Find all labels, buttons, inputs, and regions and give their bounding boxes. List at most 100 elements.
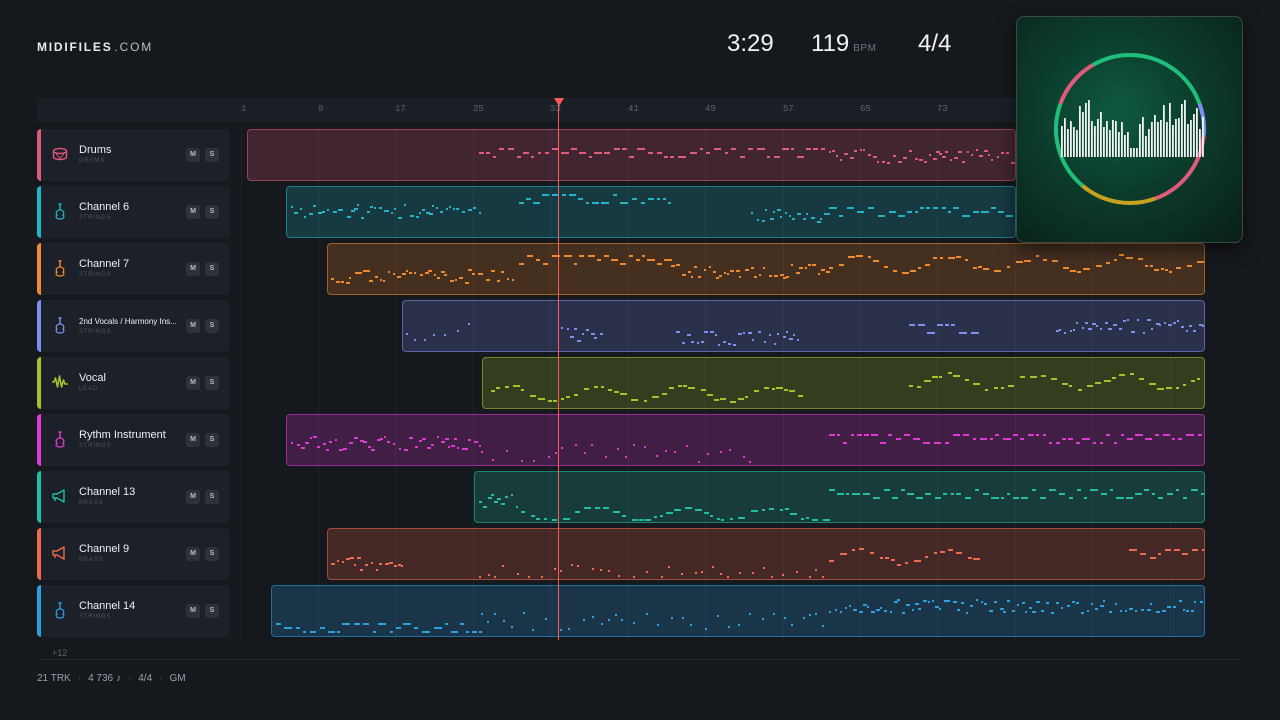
track-name[interactable]: Rythm Instrument <box>79 429 181 441</box>
more-tracks-indicator[interactable]: +12 <box>52 648 67 658</box>
midi-note <box>748 332 752 334</box>
midi-note <box>533 202 540 204</box>
midi-note <box>743 456 745 458</box>
midi-note <box>840 611 842 613</box>
visualizer-bar <box>1121 122 1123 157</box>
midi-note <box>1036 601 1040 603</box>
midi-note <box>457 330 459 332</box>
track-color-bar <box>37 186 41 238</box>
track-header[interactable]: Channel 9 BRASS M S <box>37 528 230 580</box>
tempo-value: 119 <box>811 30 850 57</box>
midi-note <box>622 515 626 517</box>
midi-note <box>884 266 888 268</box>
track-name[interactable]: Vocal <box>79 372 181 384</box>
midi-note <box>913 438 920 440</box>
solo-button[interactable]: S <box>205 262 219 276</box>
midi-note <box>1046 602 1049 604</box>
midi-note <box>1150 557 1156 559</box>
mute-button[interactable]: M <box>186 319 200 333</box>
midi-note <box>1020 376 1025 378</box>
midi-note <box>320 627 325 629</box>
midi-note <box>725 152 728 154</box>
midi-note <box>528 576 530 578</box>
solo-button[interactable]: S <box>205 604 219 618</box>
mute-button[interactable]: M <box>186 604 200 618</box>
track-header[interactable]: Channel 14 STRINGS M S <box>37 585 230 637</box>
midi-note <box>948 600 950 602</box>
midi-note <box>754 390 759 392</box>
midi-note <box>786 276 789 278</box>
track-header[interactable]: Vocal LEAD M S <box>37 357 230 409</box>
track-header[interactable]: Channel 13 BRASS M S <box>37 471 230 523</box>
midi-note <box>497 280 500 282</box>
midi-note <box>694 266 697 268</box>
midi-note <box>575 511 580 513</box>
track-header[interactable]: Channel 7 STRINGS M S <box>37 243 230 295</box>
midi-clip[interactable] <box>247 129 1016 181</box>
visualizer-graphic <box>1054 53 1206 205</box>
solo-button[interactable]: S <box>205 490 219 504</box>
midi-note <box>697 342 699 344</box>
mute-button[interactable]: M <box>186 148 200 162</box>
midi-clip[interactable] <box>286 414 1205 466</box>
visualizer-bar <box>1151 122 1153 157</box>
midi-note <box>620 263 626 265</box>
midi-clip[interactable] <box>327 528 1205 580</box>
midi-clip[interactable] <box>271 585 1205 637</box>
mute-button[interactable]: M <box>186 490 200 504</box>
track-name[interactable]: Drums <box>79 144 181 156</box>
solo-button[interactable]: S <box>205 205 219 219</box>
mute-button[interactable]: M <box>186 205 200 219</box>
solo-button[interactable]: S <box>205 148 219 162</box>
mute-button[interactable]: M <box>186 376 200 390</box>
midi-note <box>1174 549 1180 551</box>
midi-note <box>1178 438 1182 440</box>
track-name[interactable]: Channel 7 <box>79 258 181 270</box>
midi-clip[interactable] <box>286 186 1016 238</box>
midi-note <box>478 273 481 275</box>
track-header[interactable]: Channel 6 STRINGS M S <box>37 186 230 238</box>
midi-note <box>948 211 951 213</box>
midi-note <box>962 161 965 163</box>
midi-note <box>1000 608 1004 610</box>
midi-note <box>710 331 714 333</box>
midi-note <box>1135 434 1143 436</box>
midi-note <box>1150 603 1152 605</box>
solo-button[interactable]: S <box>205 376 219 390</box>
track-name[interactable]: Channel 6 <box>79 201 181 213</box>
horn-icon <box>51 487 69 505</box>
midi-note <box>1113 324 1117 326</box>
track-name[interactable]: Channel 13 <box>79 486 181 498</box>
midi-clip[interactable] <box>402 300 1205 352</box>
solo-button[interactable]: S <box>205 547 219 561</box>
midi-note <box>391 212 393 214</box>
playhead[interactable] <box>558 98 559 640</box>
solo-button[interactable]: S <box>205 319 219 333</box>
track-name[interactable]: Channel 9 <box>79 543 181 555</box>
midi-note <box>847 207 854 209</box>
midi-clip[interactable] <box>482 357 1205 409</box>
track-name[interactable]: 2nd Vocals / Harmony Ins... <box>79 317 181 326</box>
mute-button[interactable]: M <box>186 547 200 561</box>
track-name[interactable]: Channel 14 <box>79 600 181 612</box>
playhead-handle[interactable] <box>554 98 564 106</box>
midi-note <box>1149 383 1156 385</box>
track-header[interactable]: Drums DRUMS M S <box>37 129 230 181</box>
visualizer-bar <box>1127 132 1129 157</box>
midi-note <box>740 156 745 158</box>
midi-note <box>762 509 765 511</box>
midi-clip[interactable] <box>474 471 1205 523</box>
midi-note <box>988 154 990 156</box>
midi-note <box>773 613 775 615</box>
mute-button[interactable]: M <box>186 262 200 276</box>
midi-note <box>637 148 645 150</box>
track-header[interactable]: 2nd Vocals / Harmony Ins... STRINGS M S <box>37 300 230 352</box>
track-type: STRINGS <box>79 614 112 620</box>
midi-note <box>491 270 495 272</box>
track-header[interactable]: Rythm Instrument STRINGS M S <box>37 414 230 466</box>
midi-clip[interactable] <box>327 243 1205 295</box>
midi-note <box>448 446 450 448</box>
solo-button[interactable]: S <box>205 433 219 447</box>
mute-button[interactable]: M <box>186 433 200 447</box>
midi-note <box>560 570 562 572</box>
